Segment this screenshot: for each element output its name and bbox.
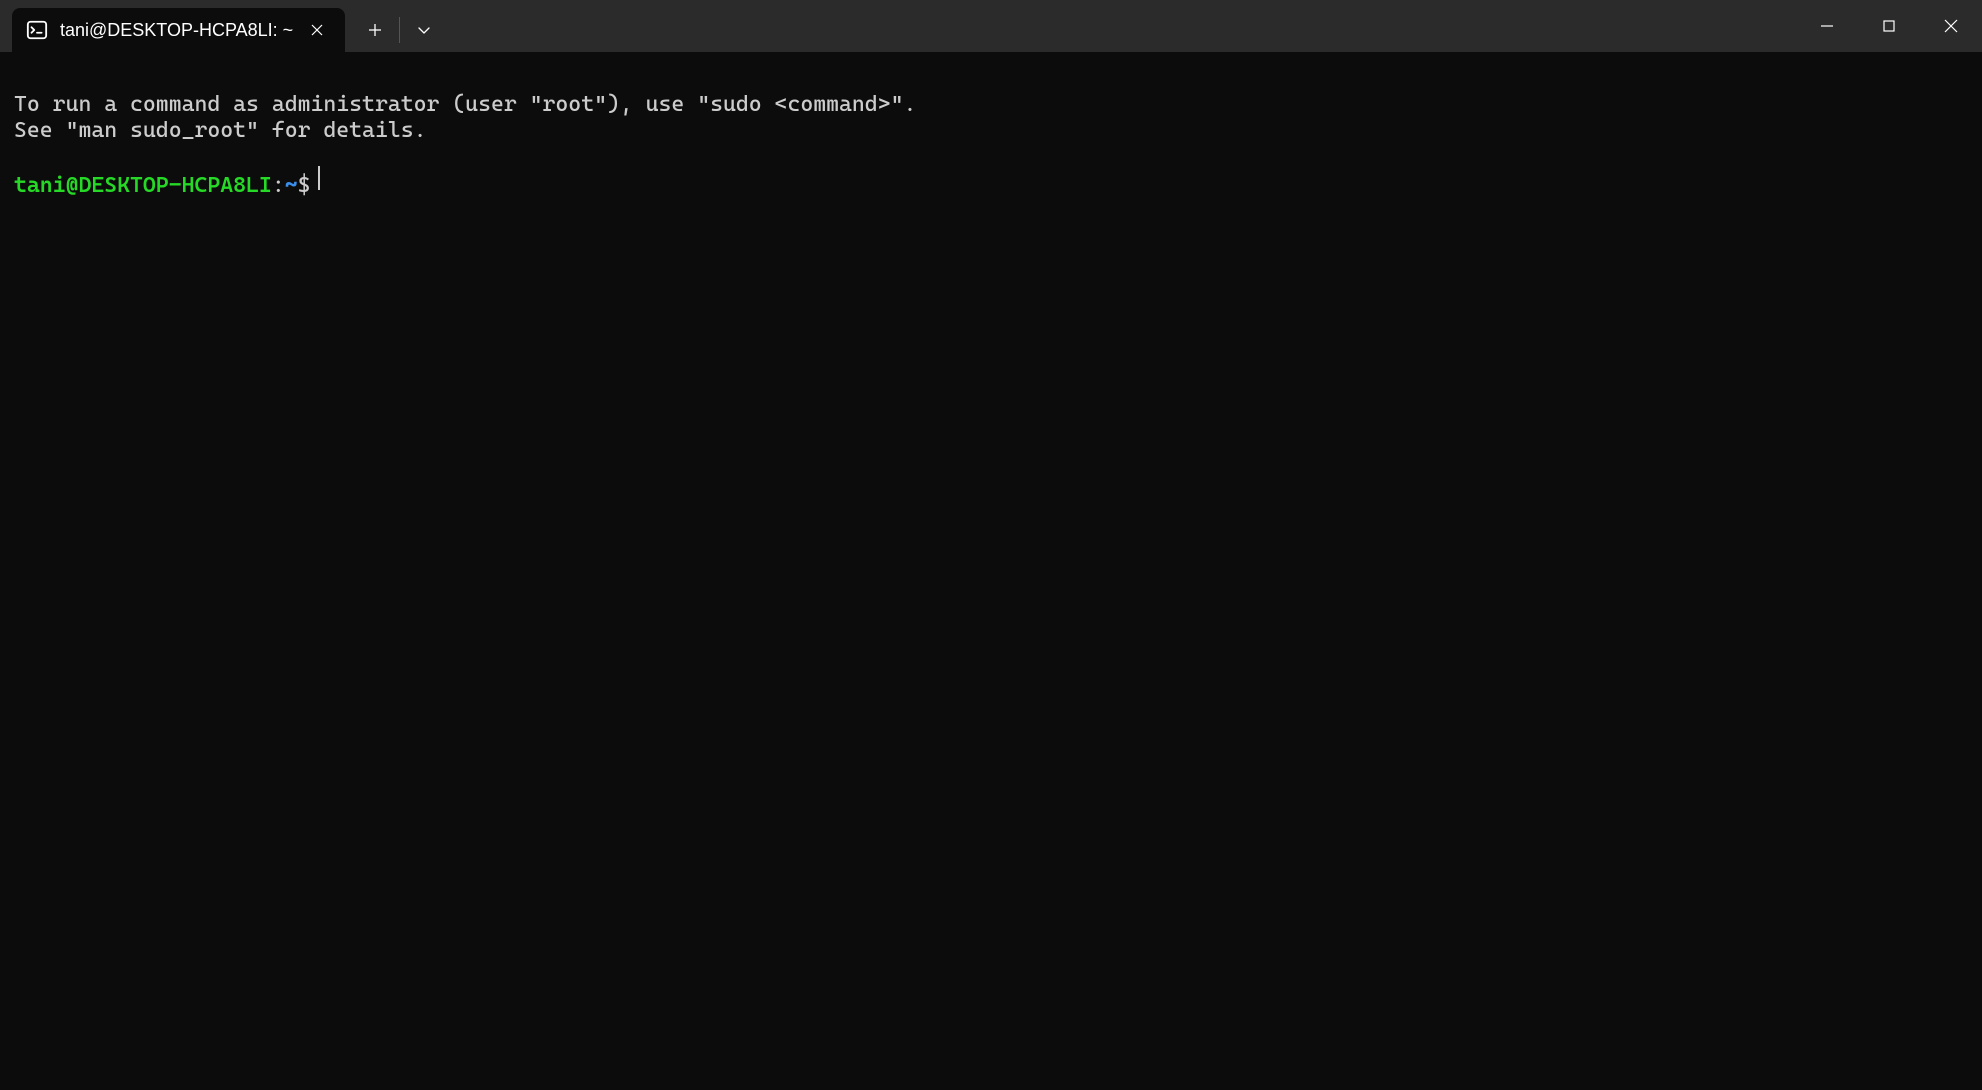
terminal-content[interactable]: To run a command as administrator (user … — [0, 52, 1982, 1090]
tab-divider — [399, 17, 400, 43]
prompt-colon: : — [272, 173, 285, 199]
new-tab-button[interactable] — [355, 8, 395, 52]
tab-dropdown-button[interactable] — [404, 8, 444, 52]
prompt-line: tani@DESKTOP-HCPA8LI:~$ — [14, 168, 1968, 199]
tab-close-button[interactable] — [305, 18, 329, 42]
close-window-button[interactable] — [1920, 0, 1982, 52]
window-controls — [1796, 0, 1982, 52]
window-titlebar: tani@DESKTOP-HCPA8LI: ~ — [0, 0, 1982, 52]
motd-line-2: See "man sudo_root" for details. — [14, 118, 427, 143]
cursor — [318, 166, 320, 190]
tab-controls — [355, 0, 444, 52]
tabs-area: tani@DESKTOP-HCPA8LI: ~ — [0, 0, 1796, 52]
terminal-tab[interactable]: tani@DESKTOP-HCPA8LI: ~ — [12, 8, 345, 52]
prompt-user-host: tani@DESKTOP-HCPA8LI — [14, 173, 272, 199]
terminal-icon — [26, 19, 48, 41]
minimize-button[interactable] — [1796, 0, 1858, 52]
maximize-button[interactable] — [1858, 0, 1920, 52]
motd-line-1: To run a command as administrator (user … — [14, 92, 916, 117]
tab-title: tani@DESKTOP-HCPA8LI: ~ — [60, 20, 293, 41]
prompt-symbol: $ — [298, 173, 311, 199]
prompt-path: ~ — [285, 173, 298, 199]
